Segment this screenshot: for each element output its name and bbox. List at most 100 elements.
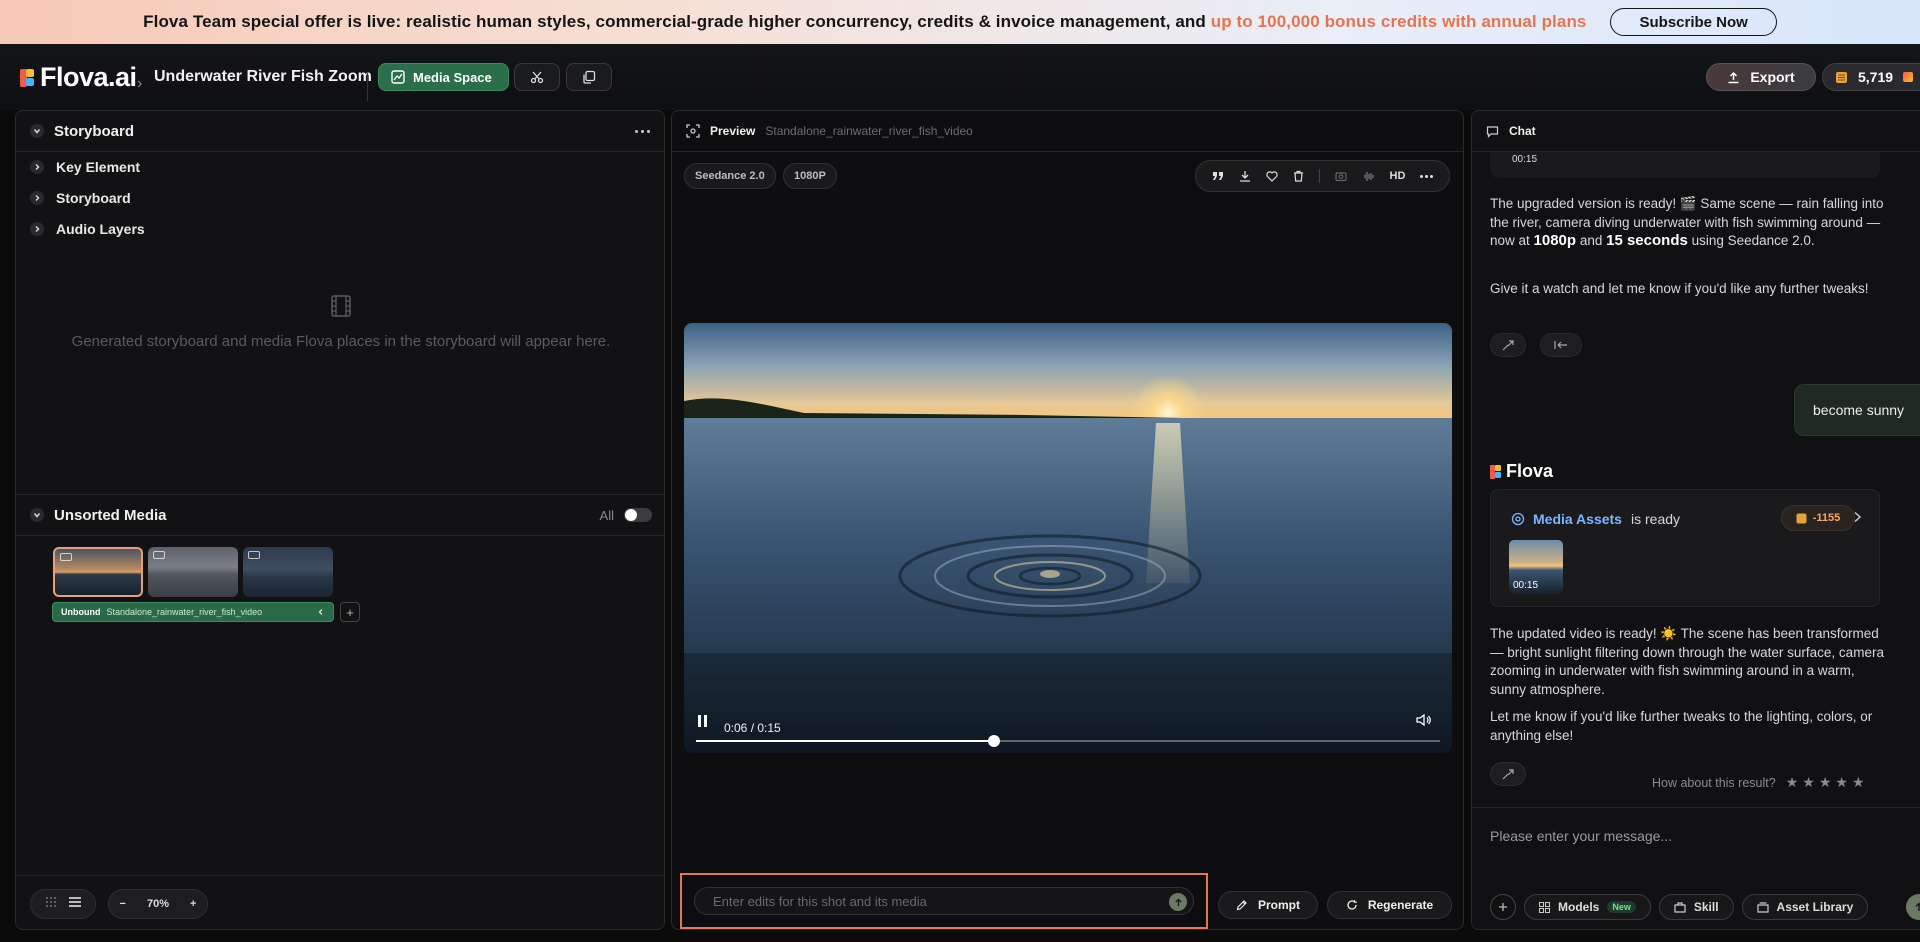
show-all-toggle[interactable] [624, 508, 652, 522]
video-camera-icon [153, 551, 165, 559]
reply-button[interactable] [1540, 333, 1582, 357]
empty-state [16, 294, 664, 318]
tree-item-storyboard[interactable]: Storyboard [30, 190, 131, 206]
chevron-right-icon [30, 191, 44, 205]
star-rating[interactable]: ★ ★ ★ ★ ★ [1786, 774, 1865, 791]
chat-panel: Chat 00:15 The upgraded version is ready… [1471, 110, 1920, 930]
toolbar-divider [1318, 169, 1320, 183]
volume-button[interactable] [1416, 713, 1432, 732]
cost-chip: -1155 [1781, 505, 1855, 531]
tree-item-key-element[interactable]: Key Element [30, 159, 140, 175]
audio-button[interactable] [1362, 171, 1375, 182]
collapse-unsorted-button[interactable] [30, 508, 44, 522]
share-icon [1502, 339, 1514, 350]
chevron-right-icon [1854, 511, 1862, 523]
assistant-message: Give it a watch and let me know if you'd… [1490, 281, 1869, 296]
duplicate-button[interactable] [566, 63, 612, 91]
share-button[interactable] [1490, 333, 1526, 357]
edit-input[interactable]: Enter edits for this shot and its media [694, 887, 1194, 915]
message-bold: 1080p [1533, 232, 1577, 249]
list-view-button[interactable] [68, 895, 82, 913]
media-toolbar: HD [1195, 160, 1450, 192]
preview-panel: Preview Standalone_rainwater_river_fish_… [671, 110, 1464, 930]
media-assets-link[interactable]: Media Assets [1511, 511, 1622, 527]
model-chip[interactable]: Seedance 2.0 [684, 163, 776, 189]
asset-thumbnail[interactable]: 00:15 [1509, 540, 1563, 594]
trash-icon [1293, 170, 1303, 182]
star-icon[interactable]: ★ [1802, 774, 1815, 791]
media-space-button[interactable]: Media Space [378, 63, 509, 91]
flova-logo[interactable]: Flova.ai [20, 62, 137, 93]
models-button[interactable]: Models New [1524, 894, 1651, 920]
chevron-right-icon [30, 160, 44, 174]
add-media-button[interactable]: + [340, 602, 360, 622]
attach-button[interactable] [1490, 894, 1516, 920]
chat-actions: Models New Skill Asset Library [1490, 894, 1869, 920]
chat-header: Chat [1472, 111, 1920, 152]
tree-item-audio-layers[interactable]: Audio Layers [30, 221, 145, 237]
credits-value: 5,719 [1858, 69, 1894, 85]
chevron-right-icon [30, 222, 44, 236]
show-all-toggle-row: All [600, 508, 652, 523]
more-options-button[interactable] [1420, 174, 1434, 178]
download-button[interactable] [1239, 170, 1251, 182]
preview-filename: Standalone_rainwater_river_fish_video [765, 124, 973, 138]
subscribe-button[interactable]: Subscribe Now [1610, 8, 1777, 36]
snapshot-button[interactable] [1334, 171, 1347, 181]
chat-input[interactable]: Please enter your message... [1490, 828, 1672, 844]
quote-button[interactable] [1212, 171, 1224, 181]
star-icon[interactable]: ★ [1852, 774, 1865, 791]
prompt-button[interactable]: Prompt [1218, 891, 1318, 919]
export-button[interactable]: Export [1706, 63, 1816, 91]
share-button[interactable] [1490, 762, 1526, 786]
project-title[interactable]: Underwater River Fish Zoom [154, 68, 372, 86]
rating-label: How about this result? [1652, 775, 1776, 790]
favorite-button[interactable] [1265, 170, 1278, 182]
progress-track[interactable] [696, 735, 1440, 747]
preview-icon [686, 124, 700, 138]
video-player[interactable]: 0:06 / 0:15 [684, 323, 1452, 753]
regenerate-button[interactable]: Regenerate [1327, 891, 1452, 919]
unsorted-media-title: Unsorted Media [54, 506, 167, 524]
skill-button[interactable]: Skill [1658, 894, 1734, 920]
resolution-chip[interactable]: 1080P [783, 163, 837, 189]
video-time: 0:06 / 0:15 [724, 721, 781, 735]
collapse-storyboard-button[interactable] [30, 124, 44, 138]
chevron-down-icon [33, 513, 41, 518]
credits-balance[interactable]: 5,719 [1822, 63, 1920, 91]
zoom-control: − 70% + [108, 889, 208, 919]
cut-button[interactable] [514, 63, 560, 91]
open-assets-button[interactable] [1853, 510, 1862, 528]
zoom-out-button[interactable]: − [120, 898, 126, 910]
storyboard-more-button[interactable] [635, 129, 650, 133]
banner-highlight: up to 100,000 bonus credits with annual … [1210, 12, 1587, 31]
star-icon[interactable]: ★ [1835, 774, 1848, 791]
credits-icon [1836, 71, 1847, 83]
skill-label: Skill [1693, 900, 1719, 914]
message-bold: 15 seconds [1606, 232, 1688, 249]
edit-send-button[interactable] [1169, 893, 1187, 911]
unbound-media-bar[interactable]: Unbound Standalone_rainwater_river_fish_… [52, 602, 334, 622]
delete-button[interactable] [1293, 170, 1304, 182]
star-icon[interactable]: ★ [1819, 774, 1832, 791]
storyboard-panel: Storyboard Key Element Storyboard Audio … [15, 110, 665, 930]
zoom-in-button[interactable]: + [190, 898, 196, 910]
send-button[interactable] [1906, 894, 1920, 920]
grid-view-button[interactable] [45, 895, 57, 913]
message-text: using Seedance 2.0. [1687, 233, 1815, 248]
media-assets-card[interactable]: Media Assets is ready -1155 00:15 [1490, 489, 1880, 607]
media-thumbnail[interactable] [243, 547, 333, 597]
progress-knob[interactable] [987, 735, 1000, 747]
hd-button[interactable]: HD [1390, 170, 1406, 182]
arrow-up-icon [1174, 898, 1182, 906]
top-bar: Flova.ai › Underwater River Fish Zoom Me… [0, 44, 1920, 110]
media-thumbnail[interactable] [53, 547, 143, 597]
star-icon[interactable]: ★ [1786, 774, 1799, 791]
chat-title: Chat [1509, 124, 1536, 138]
divider [367, 73, 368, 101]
media-thumbnail[interactable] [148, 547, 238, 597]
skill-icon [1674, 901, 1686, 913]
asset-library-button[interactable]: Asset Library [1741, 894, 1869, 920]
video-camera-icon [248, 551, 260, 559]
pause-button[interactable] [698, 715, 707, 727]
